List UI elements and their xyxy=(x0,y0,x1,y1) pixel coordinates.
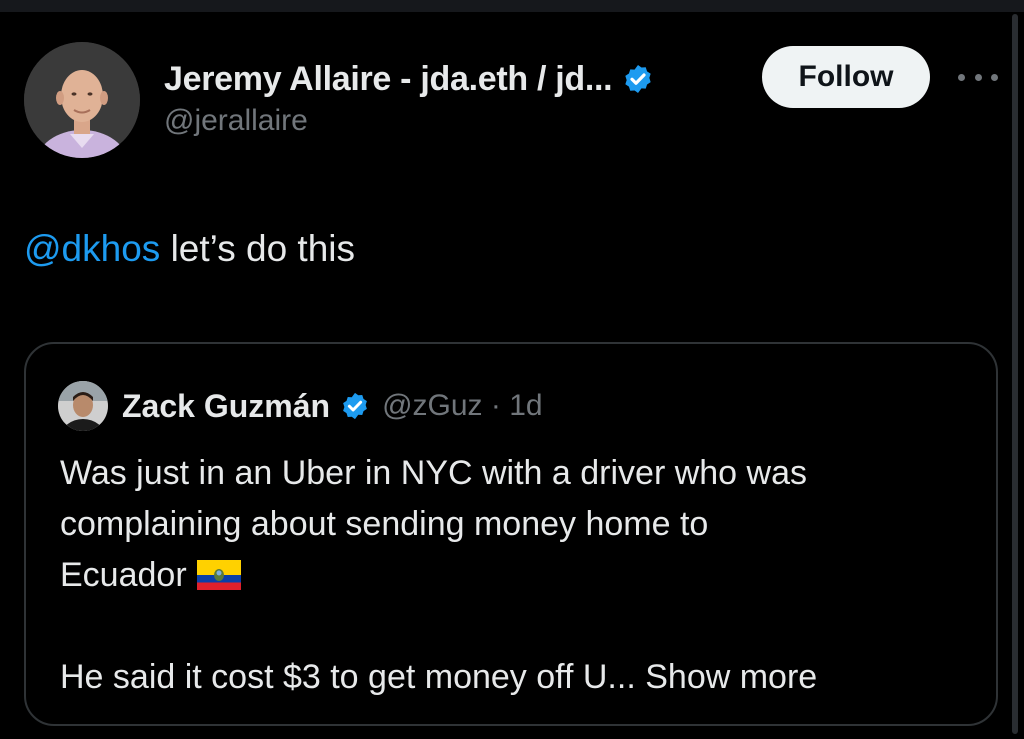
dot xyxy=(974,73,982,81)
follow-button[interactable]: Follow xyxy=(762,46,930,108)
more-options-icon[interactable] xyxy=(958,64,998,90)
quote-body: Was just in an Uber in NYC with a driver… xyxy=(60,448,960,703)
dot xyxy=(958,73,965,81)
scrollbar[interactable] xyxy=(1012,14,1018,734)
quoted-tweet-card[interactable]: Zack Guzmán @zGuz · 1d Was just in an Ub… xyxy=(24,342,998,726)
author-handle[interactable]: @jerallaire xyxy=(164,104,654,138)
quote-line: He said it cost $3 to get money off U... xyxy=(60,658,636,696)
verified-badge-icon xyxy=(625,65,651,93)
author-block: Jeremy Allaire - jda.eth / jd... @jerall… xyxy=(164,56,654,138)
tweet-header: Jeremy Allaire - jda.eth / jd... @jerall… xyxy=(24,42,1000,160)
quote-avatar-image xyxy=(58,381,108,431)
quote-author-avatar[interactable] xyxy=(58,381,108,431)
quote-author-name[interactable]: Zack Guzmán xyxy=(122,388,330,425)
author-display-name[interactable]: Jeremy Allaire - jda.eth / jd... xyxy=(164,60,613,99)
ecuador-flag-icon xyxy=(196,560,241,590)
author-avatar-image xyxy=(24,42,140,158)
author-avatar[interactable] xyxy=(24,42,140,158)
top-bar xyxy=(0,0,1024,12)
name-row: Jeremy Allaire - jda.eth / jd... xyxy=(164,56,654,102)
quote-handle-time[interactable]: @zGuz · 1d xyxy=(382,389,543,423)
quote-header: Zack Guzmán @zGuz · 1d xyxy=(58,380,543,432)
dot xyxy=(991,73,998,81)
mention-link[interactable]: @dkhos xyxy=(24,228,160,269)
tweet-body: let’s do this xyxy=(160,228,355,269)
quote-line: complaining about sending money home to xyxy=(60,505,709,543)
quote-line: Was just in an Uber in NYC with a driver… xyxy=(60,454,808,492)
quote-line-with-flag: Ecuador xyxy=(60,550,960,601)
verified-badge-icon xyxy=(343,392,367,420)
quote-truncated-line: He said it cost $3 to get money off U...… xyxy=(60,652,960,703)
show-more-link[interactable]: Show more xyxy=(645,658,817,696)
quote-line: Ecuador xyxy=(60,556,187,594)
tweet-text: @dkhos let’s do this xyxy=(24,228,355,270)
